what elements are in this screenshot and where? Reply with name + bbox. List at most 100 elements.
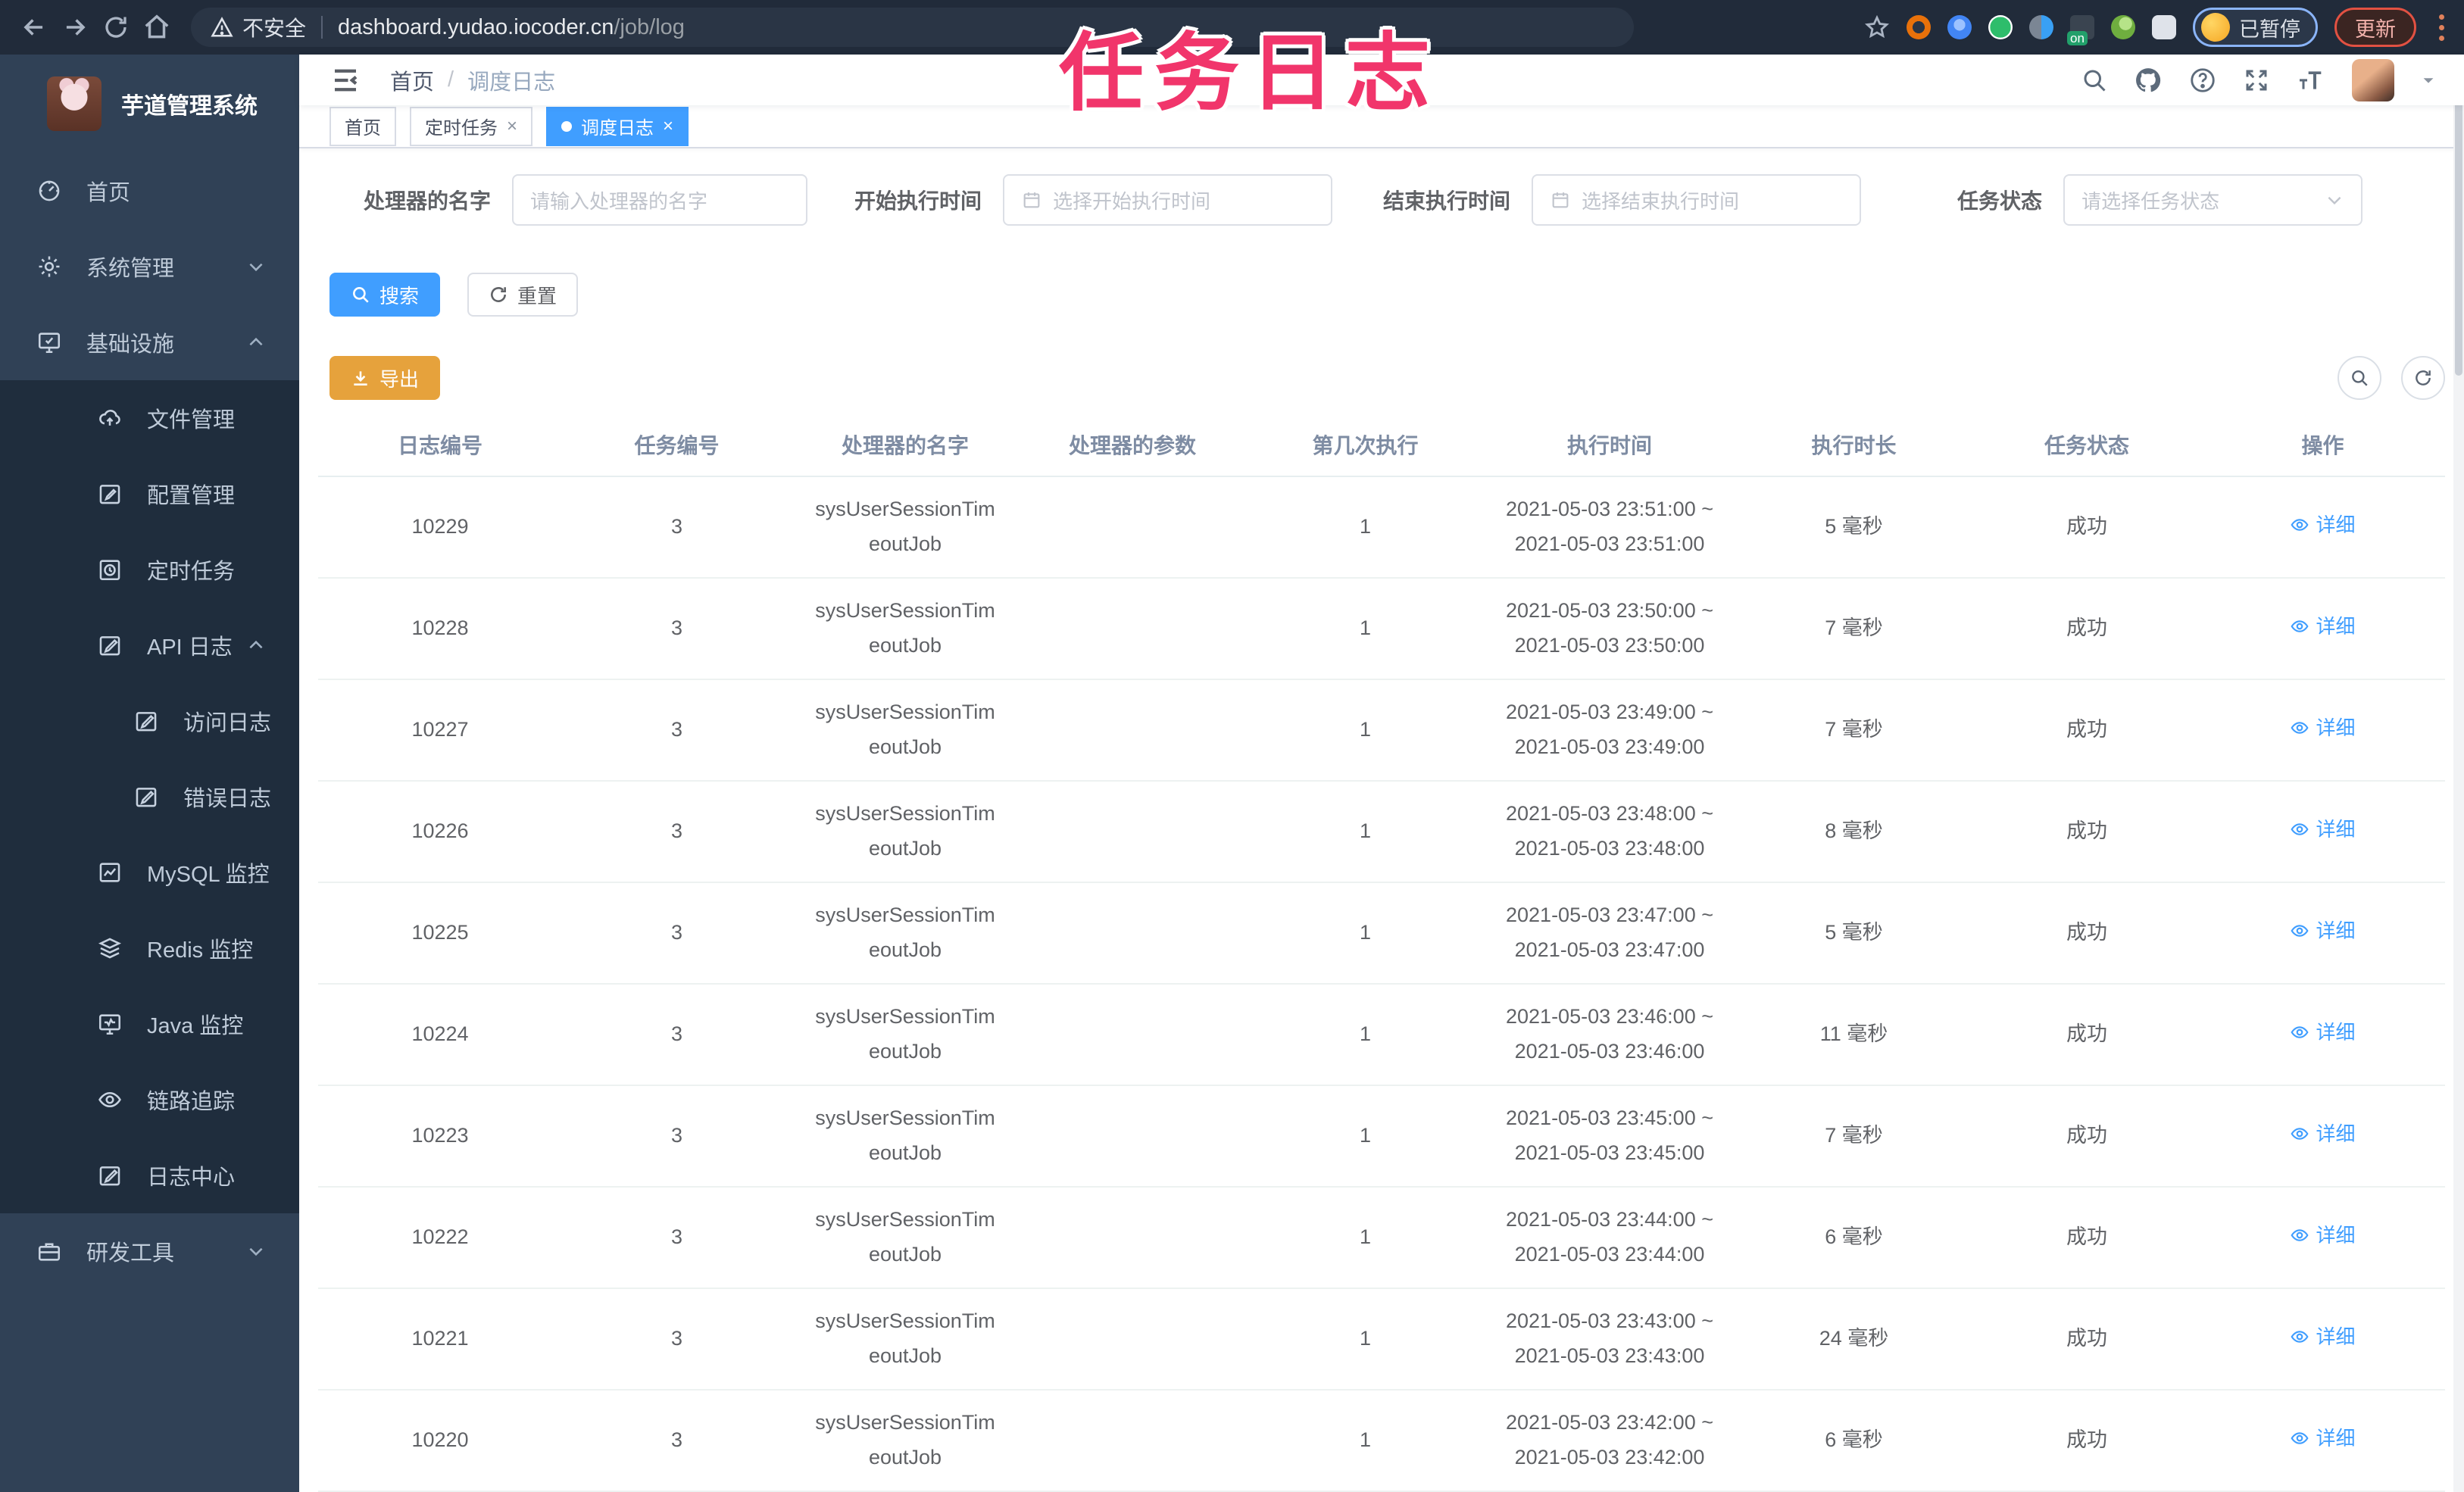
detail-link[interactable]: 详细 — [2290, 813, 2356, 846]
sidebar-item-研发工具[interactable]: 研发工具 — [0, 1213, 299, 1289]
chevron-down-icon — [246, 1241, 266, 1261]
log-edit-icon — [133, 708, 159, 734]
back-icon[interactable] — [14, 7, 55, 48]
sidebar-item-首页[interactable]: 首页 — [0, 153, 299, 229]
sidebar-item-label: 基础设施 — [86, 332, 175, 357]
detail-link[interactable]: 详细 — [2290, 1117, 2356, 1150]
detail-link[interactable]: 详细 — [2290, 1219, 2356, 1252]
detail-link-label: 详细 — [2316, 919, 2356, 942]
toolbox-icon — [36, 1238, 62, 1264]
export-button[interactable]: 导出 — [329, 356, 441, 400]
sidebar-item-label: 日志中心 — [147, 1166, 236, 1190]
refresh-table-button[interactable] — [2401, 356, 2445, 400]
sidebar-item-label: 链路追踪 — [147, 1090, 236, 1114]
extension-switch-icon[interactable]: on — [2067, 15, 2094, 45]
question-icon[interactable] — [2188, 66, 2217, 95]
search-icon[interactable] — [2081, 67, 2108, 94]
profile-badge[interactable]: 已暂停 — [2193, 8, 2318, 47]
reload-icon[interactable] — [95, 7, 136, 48]
sidebar-item-系统管理[interactable]: 系统管理 — [0, 229, 299, 304]
home-icon[interactable] — [136, 7, 177, 48]
cell-handler: sysUserSessionTim eoutJob — [815, 1208, 995, 1266]
browser-menu-icon[interactable] — [2433, 14, 2450, 41]
detail-link[interactable]: 详细 — [2290, 711, 2356, 744]
refresh-icon — [491, 287, 506, 302]
close-icon[interactable]: × — [507, 116, 517, 137]
font-size-icon[interactable] — [2296, 65, 2326, 95]
column-header: 执行时间 — [1566, 434, 1652, 458]
detail-link[interactable]: 详细 — [2290, 1320, 2356, 1353]
cell-handler: sysUserSessionTim eoutJob — [815, 1107, 995, 1164]
star-icon[interactable] — [1864, 7, 1890, 48]
detail-link[interactable]: 详细 — [2290, 1422, 2356, 1455]
breadcrumb-separator: / — [448, 67, 454, 92]
extension-green-check-icon[interactable] — [1988, 15, 2013, 39]
tab-首页[interactable]: 首页 — [329, 106, 396, 146]
tab-定时任务[interactable]: 定时任务 × — [410, 106, 533, 146]
detail-link[interactable]: 详细 — [2290, 914, 2356, 947]
sidebar-item-访问日志[interactable]: 访问日志 — [0, 683, 299, 759]
sidebar-item-label: MySQL 监控 — [147, 863, 270, 887]
fullscreen-icon[interactable] — [2243, 67, 2270, 94]
cell-status: 成功 — [2066, 1022, 2107, 1046]
input-placeholder: 请输入处理器的名字 — [530, 189, 708, 213]
tab-调度日志[interactable]: 调度日志 × — [546, 106, 689, 146]
calendar-icon — [1550, 189, 1571, 211]
cell-handler: sysUserSessionTim eoutJob — [815, 599, 995, 657]
job-log-table: 日志编号 任务编号 处理器的名字 处理器的参数 第几次执行 执行时间 执行时长 任务状态 操作 … — [318, 417, 2445, 1492]
chevron-down-icon[interactable] — [2420, 72, 2437, 89]
sidebar-item-链路追踪[interactable]: 链路追踪 — [0, 1062, 299, 1138]
sidebar-item-label: 文件管理 — [147, 408, 236, 432]
reset-button[interactable]: 重置 — [467, 273, 579, 317]
cell-log-id: 10220 — [411, 1428, 469, 1452]
sidebar-item-日志中心[interactable]: 日志中心 — [0, 1138, 299, 1213]
app-logo — [47, 76, 101, 131]
extension-grid-icon[interactable] — [2029, 15, 2053, 39]
status-select[interactable]: 请选择任务状态 — [2063, 174, 2363, 226]
cell-duration: 7 毫秒 — [1825, 1124, 1883, 1147]
extension-puzzle-icon[interactable] — [2152, 15, 2176, 39]
sidebar-item-错误日志[interactable]: 错误日志 — [0, 759, 299, 835]
cell-exec-time: 2021-05-03 23:49:00 ~ 2021-05-03 23:49:0… — [1506, 701, 1713, 758]
sidebar-item-基础设施[interactable]: 基础设施 — [0, 304, 299, 380]
sidebar-item-配置管理[interactable]: 配置管理 — [0, 456, 299, 532]
extension-orange-icon[interactable] — [1907, 15, 1931, 39]
sidebar-item-文件管理[interactable]: 文件管理 — [0, 380, 299, 456]
close-icon[interactable]: × — [663, 116, 673, 137]
toggle-search-button[interactable] — [2338, 356, 2381, 400]
sidebar-item-定时任务[interactable]: 定时任务 — [0, 532, 299, 607]
log-edit-icon — [97, 1163, 123, 1188]
forward-icon[interactable] — [55, 7, 95, 48]
breadcrumb: 首页 / 调度日志 — [390, 64, 555, 96]
extension-blue-icon[interactable] — [1947, 15, 1972, 39]
cell-log-id: 10229 — [411, 515, 469, 538]
handler-name-input[interactable]: 请输入处理器的名字 — [512, 174, 808, 226]
search-button[interactable]: 搜索 — [329, 273, 441, 317]
github-icon[interactable] — [2134, 66, 2163, 95]
scrollbar[interactable] — [2453, 55, 2464, 1492]
browser-update-button[interactable]: 更新 — [2334, 8, 2416, 47]
profile-status: 已暂停 — [2239, 17, 2300, 41]
schedule-icon — [97, 557, 123, 582]
extension-leaf-icon[interactable] — [2111, 15, 2135, 39]
detail-link[interactable]: 详细 — [2290, 1016, 2356, 1049]
detail-link[interactable]: 详细 — [2290, 508, 2356, 542]
profile-avatar-icon — [2201, 13, 2230, 42]
sidebar-logo-row[interactable]: 芋道管理系统 — [0, 55, 299, 153]
date-input[interactable]: 选择结束执行时间 — [1532, 174, 1862, 226]
table-row: 10223 3 sysUserSessionTim eoutJob 1 2021-05-… — [318, 1086, 2445, 1188]
cell-handler: sysUserSessionTim eoutJob — [815, 1411, 995, 1469]
sidebar-item-Redis-监控[interactable]: Redis 监控 — [0, 910, 299, 986]
column-header: 处理器的名字 — [841, 434, 969, 458]
detail-link[interactable]: 详细 — [2290, 610, 2356, 643]
date-input[interactable]: 选择开始执行时间 — [1003, 174, 1333, 226]
cell-status: 成功 — [2066, 616, 2107, 640]
hamburger-icon[interactable] — [329, 64, 361, 96]
breadcrumb-home[interactable]: 首页 — [390, 64, 434, 96]
cell-duration: 11 毫秒 — [1819, 1022, 1888, 1046]
sidebar-item-MySQL-监控[interactable]: MySQL 监控 — [0, 835, 299, 910]
cell-exec-index: 1 — [1359, 1124, 1372, 1147]
sidebar-item-API-日志[interactable]: API 日志 — [0, 607, 299, 683]
avatar[interactable] — [2352, 58, 2394, 101]
sidebar-item-Java-监控[interactable]: Java 监控 — [0, 986, 299, 1062]
